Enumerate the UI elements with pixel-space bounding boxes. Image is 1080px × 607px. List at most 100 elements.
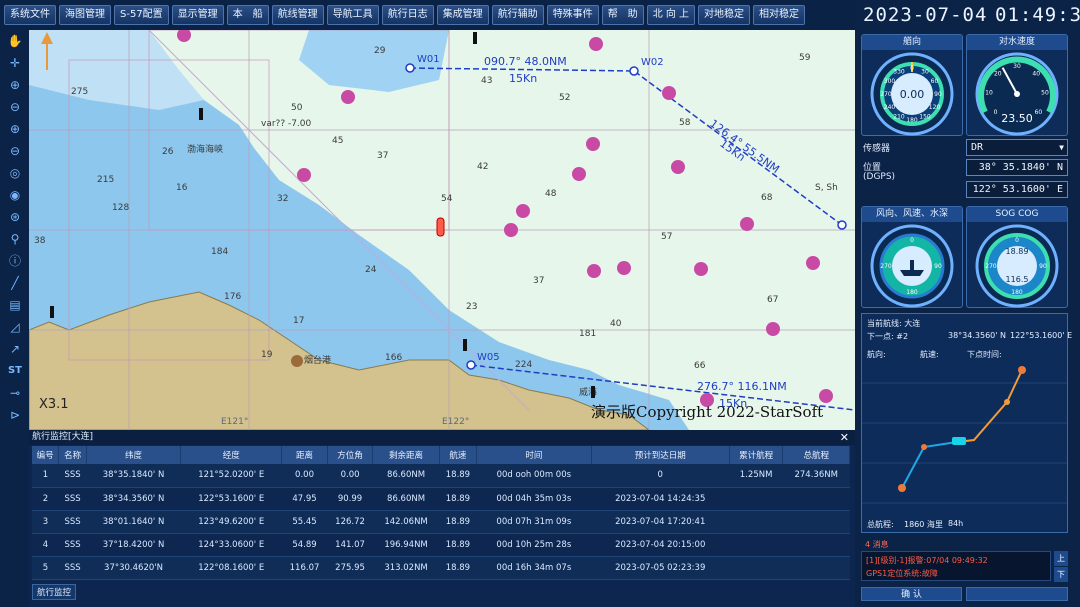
table-row[interactable]: 3 SSS 38°01.1640' N 123°49.6200' E 55.45 126.…	[32, 510, 850, 534]
scale-label: X3.1	[39, 397, 69, 412]
route-panel: 当前航线: 大连 下一点: #2 38°34.3560' N 122°53.16…	[861, 313, 1072, 533]
column-header[interactable]: 方位角	[327, 446, 374, 464]
gauge-tick-label: 270	[985, 263, 997, 270]
sensor-label: 传感器	[863, 144, 891, 154]
waypoint-label-w05: W05	[477, 352, 500, 363]
svg-text:58: 58	[679, 118, 691, 128]
gauge-tick-label: 0	[1015, 237, 1019, 244]
column-header[interactable]: 名称	[58, 446, 87, 464]
ruler-icon[interactable]: ╱	[5, 274, 25, 292]
menu-item-8[interactable]: 集成管理	[436, 5, 489, 25]
place-label-yantai: 烟台港	[304, 354, 331, 366]
waypoint-w01[interactable]	[405, 63, 415, 73]
table-cell: 274.36NM	[782, 464, 850, 488]
leg1-speed: 15Kn	[509, 72, 537, 85]
table-cell: 124°33.0600' E	[180, 533, 282, 557]
menu-item-12[interactable]: 北 向 上	[646, 5, 696, 25]
waypoint-w03[interactable]	[837, 220, 847, 230]
pin-icon[interactable]: ⚲	[5, 230, 25, 248]
waypoint-w05[interactable]	[466, 360, 476, 370]
column-header[interactable]: 航速	[439, 446, 478, 464]
menu-item-7[interactable]: 航行日志	[381, 5, 434, 25]
scroll-up-button[interactable]: 上	[1054, 551, 1068, 566]
seabed-label: S, Sh	[815, 183, 838, 193]
column-header[interactable]: 累计航程	[729, 446, 784, 464]
svg-text:17: 17	[293, 316, 304, 326]
menu-bar: 系统文件 海图管理 S-57配置 显示管理本 船航线管理 导航工具 航行日志 集成管理 航行辅…	[0, 0, 855, 30]
st-icon[interactable]: ST	[5, 362, 25, 380]
pan-icon[interactable]: ✛	[5, 54, 25, 72]
table-cell: 1	[32, 464, 59, 488]
confirm-button[interactable]: 确 认	[861, 587, 962, 601]
close-icon[interactable]: ✕	[840, 430, 849, 445]
column-header[interactable]: 总航程	[782, 446, 850, 464]
table-row[interactable]: 2 SSS 38°34.3560' N 122°53.1600' E 47.95 90.9…	[32, 487, 850, 511]
svg-text:181: 181	[579, 329, 596, 339]
column-header[interactable]: 纬度	[86, 446, 182, 464]
current-route: 当前航线: 大连	[867, 319, 921, 328]
table-row[interactable]: 1 SSS 38°35.1840' N 121°52.0200' E 0.00 0.00 8…	[32, 464, 850, 488]
secondary-button[interactable]	[966, 587, 1068, 601]
hand-icon[interactable]: ✋	[5, 32, 25, 50]
sensor-select[interactable]: DR ▼	[966, 139, 1068, 156]
waypoint-w02[interactable]	[629, 66, 639, 76]
svg-text:24: 24	[365, 265, 377, 275]
menu-item-0[interactable]: 系统文件	[4, 5, 56, 25]
menu-item-5[interactable]: 航线管理	[271, 5, 324, 25]
angle-icon[interactable]: ◿	[5, 318, 25, 336]
svg-text:26: 26	[162, 147, 174, 157]
total-hours: 84h	[948, 519, 964, 528]
route-icon[interactable]: ⊳	[5, 406, 25, 424]
table-cell: 18.89	[439, 487, 477, 511]
own-ship[interactable]	[436, 217, 445, 237]
svg-text:57: 57	[661, 232, 672, 242]
column-header[interactable]: 时间	[476, 446, 592, 464]
measure-icon[interactable]: ▤	[5, 296, 25, 314]
zoom-in-icon[interactable]: ⊕	[5, 76, 25, 94]
key-icon[interactable]: ⊸	[5, 384, 25, 402]
table-cell: 38°35.1840' N	[86, 464, 181, 488]
table-row[interactable]: 5 SSS 37°30.4620'N 122°08.1600' E 116.07 275.…	[32, 556, 850, 580]
menu-item-4[interactable]: 本 船	[226, 5, 269, 25]
zoom-out-icon[interactable]: ⊖	[5, 98, 25, 116]
chart-svg[interactable]: W01 W02 W05 090.7° 48.0NM 15Kn 126.4° 55…	[29, 30, 855, 430]
table-cell: 00d 07h 31m 09s	[476, 510, 592, 534]
column-header[interactable]: 预计到达日期	[591, 446, 730, 464]
gauge-tick-label: 30	[921, 69, 929, 76]
menu-item-3[interactable]: 显示管理	[171, 5, 224, 25]
table-row[interactable]: 4 SSS 37°18.4200' N 124°33.0600' E 54.89 141.…	[32, 533, 850, 557]
gauge-tick-label: 210	[893, 114, 905, 121]
menu-item-2[interactable]: S-57配置	[114, 5, 169, 25]
menu-item-13[interactable]: 对地稳定	[698, 5, 751, 25]
table-cell: 00d ooh 00m 00s	[476, 464, 592, 488]
leg3-label: 276.7° 116.1NM	[697, 380, 787, 393]
zoom-ship-icon[interactable]: ⊛	[5, 208, 25, 226]
menu-item-14[interactable]: 相对稳定	[753, 5, 806, 25]
column-header[interactable]: 经度	[180, 446, 283, 464]
svg-text:224: 224	[515, 360, 532, 370]
column-header[interactable]: 距离	[281, 446, 328, 464]
column-header[interactable]: 编号	[32, 446, 60, 464]
chart-map[interactable]: W01 W02 W05 090.7° 48.0NM 15Kn 126.4° 55…	[29, 30, 855, 430]
menu-item-10[interactable]: 特殊事件	[546, 5, 599, 25]
menu-item-1[interactable]: 海图管理	[59, 5, 111, 25]
latitude-display: 38° 35.1840' N	[966, 159, 1068, 176]
info-icon[interactable]: ⓘ	[5, 252, 25, 270]
scroll-down-button[interactable]: 下	[1054, 567, 1068, 582]
svg-text:48: 48	[545, 189, 557, 199]
gauge-tick-label: 0	[910, 237, 914, 244]
monitor-tab[interactable]: 航行监控	[32, 584, 77, 600]
table-cell: 38°01.1640' N	[86, 510, 181, 534]
svg-text:19: 19	[261, 350, 273, 360]
menu-item-6[interactable]: 导航工具	[326, 5, 379, 25]
total-distance: 1860 海里	[904, 520, 943, 529]
zoom-minus-icon[interactable]: ⊖	[5, 142, 25, 160]
zoom-plus-icon[interactable]: ⊕	[5, 120, 25, 138]
zoom-area-icon[interactable]: ◎	[5, 164, 25, 182]
gauge-tick-label: 90	[1039, 263, 1047, 270]
column-header[interactable]: 剩余距离	[372, 446, 440, 464]
zoom-reset-icon[interactable]: ◉	[5, 186, 25, 204]
menu-item-11[interactable]: 帮 助	[601, 5, 644, 25]
line-icon[interactable]: ↗	[5, 340, 25, 358]
menu-item-9[interactable]: 航行辅助	[491, 5, 544, 25]
